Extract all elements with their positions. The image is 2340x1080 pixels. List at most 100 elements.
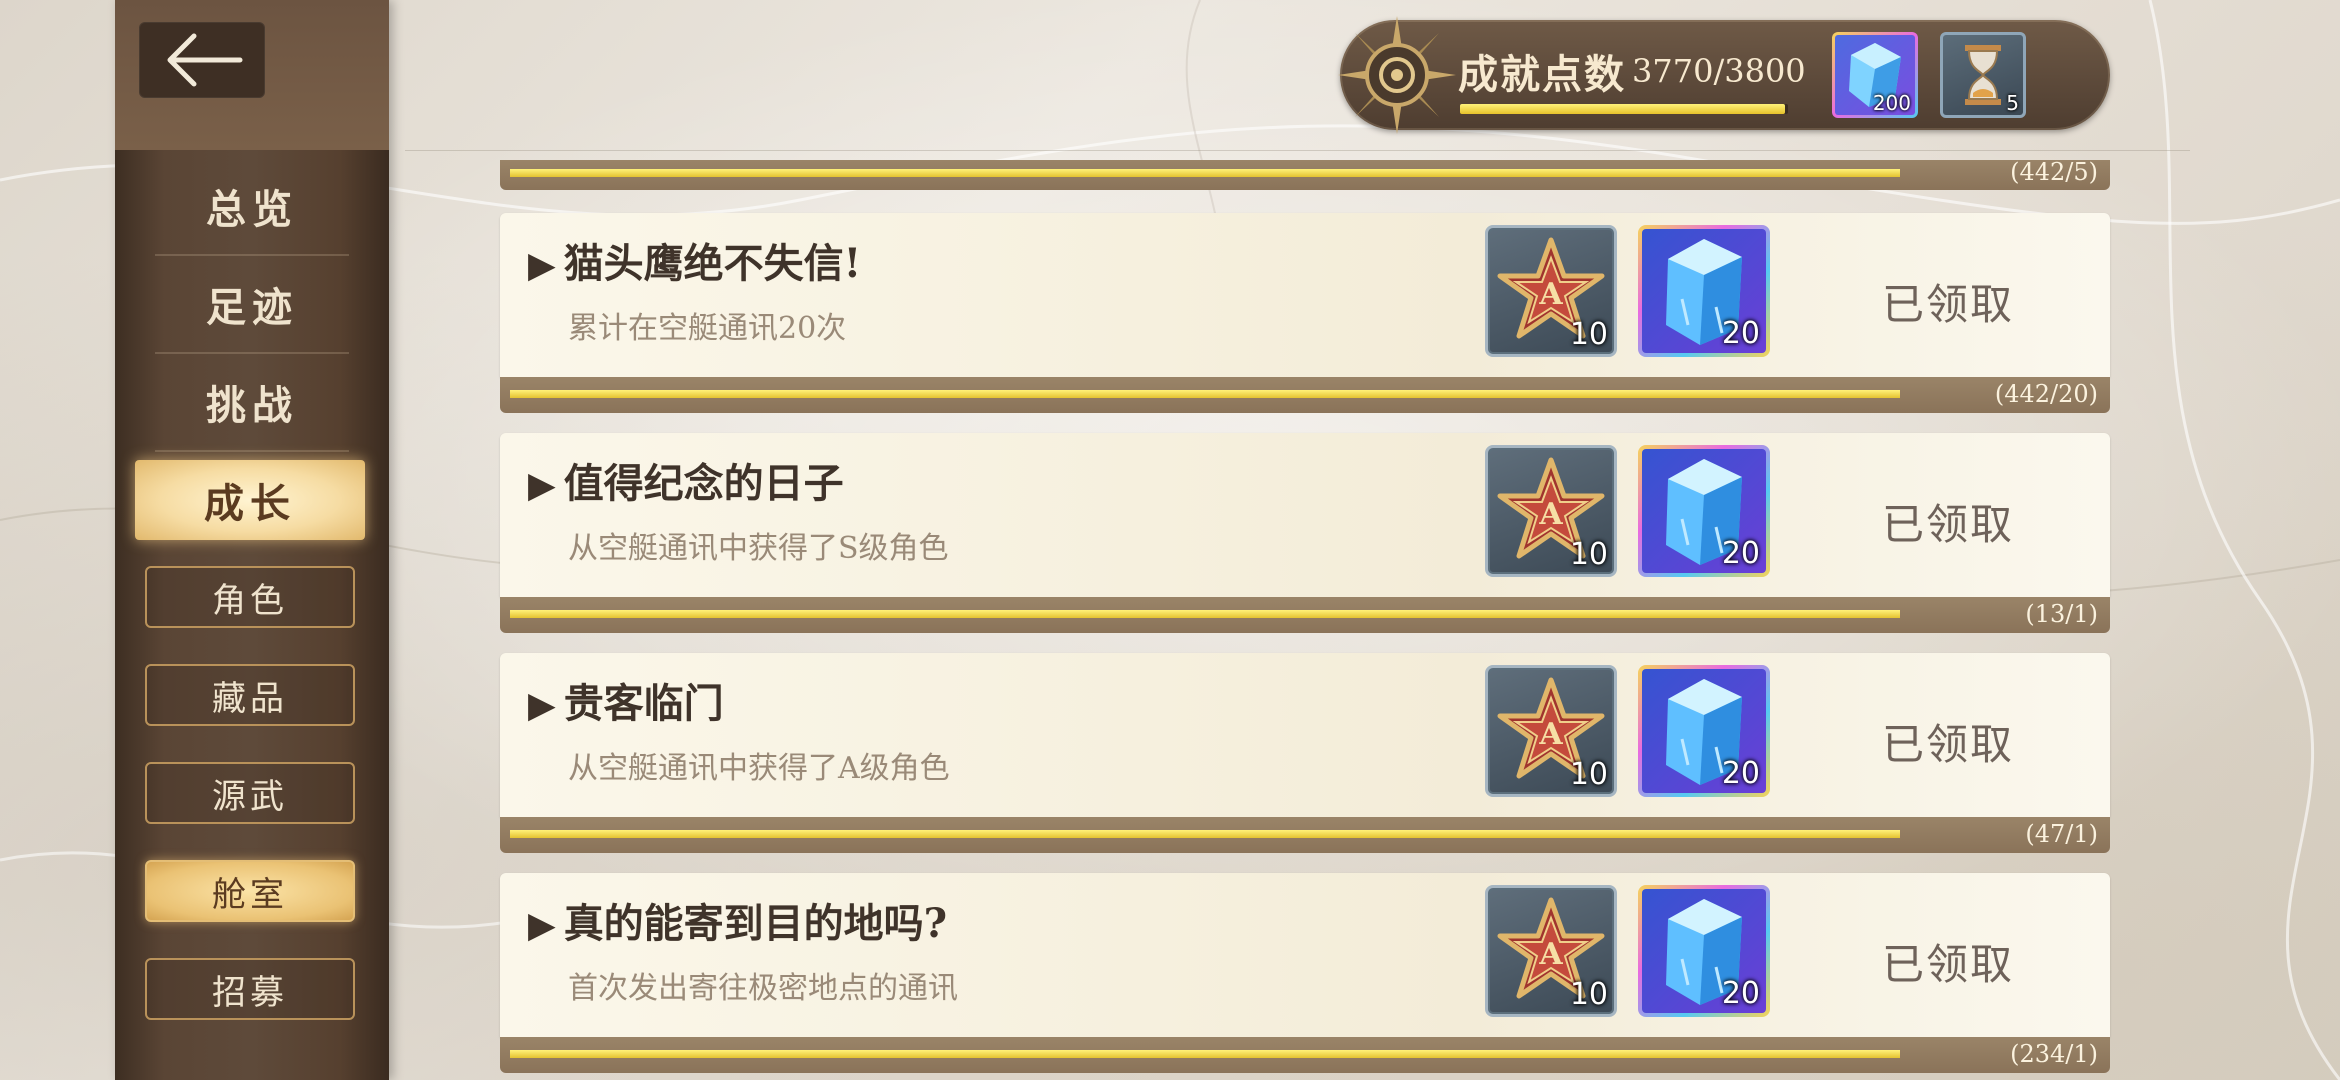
nav-footprints[interactable]: 足迹 — [155, 256, 349, 352]
svg-text:A: A — [1538, 277, 1563, 312]
back-arrow-icon — [167, 33, 243, 87]
progress-bar: (47/1) — [500, 817, 2110, 853]
reward-count: 20 — [1721, 536, 1760, 571]
progress-fill — [510, 390, 1900, 398]
reward-a-star[interactable]: A 10 — [1485, 665, 1617, 797]
achievement-title-text: 真的能寄到目的地吗? — [563, 900, 948, 947]
achievement-row: ▶ 值得纪念的日子 从空艇通讯中获得了S级角色 A 10 20 已领取 (13/… — [500, 433, 2110, 633]
subnav-weapon[interactable]: 源武 — [145, 762, 355, 824]
reward-a-star[interactable]: A 10 — [1485, 885, 1617, 1017]
reward-count: 10 — [1569, 317, 1608, 352]
sidebar-header — [115, 0, 389, 150]
progress-track — [510, 1050, 1900, 1058]
triangle-icon: ▶ — [528, 684, 556, 726]
achievement-title-text: 值得纪念的日子 — [563, 460, 844, 507]
svg-text:A: A — [1538, 497, 1563, 532]
hourglass-currency[interactable]: 5 — [1940, 32, 2026, 118]
svg-text:A: A — [1538, 717, 1563, 752]
subnav-label: 招募 — [212, 972, 288, 1013]
subnav-recruit[interactable]: 招募 — [145, 958, 355, 1020]
progress-bar: (13/1) — [500, 597, 2110, 633]
nav-challenge[interactable]: 挑战 — [155, 354, 349, 450]
back-button[interactable] — [139, 22, 265, 98]
progress-count: (234/1) — [2010, 1040, 2098, 1068]
achievement-row: ▶ 贵客临门 从空艇通讯中获得了A级角色 A 10 20 已领取 (47/1) — [500, 653, 2110, 853]
achievement-description: 从空艇通讯中获得了A级角色 — [568, 751, 950, 786]
reward-crystal[interactable]: 20 — [1638, 445, 1770, 577]
progress-bar: (442/20) — [500, 377, 2110, 413]
nav-label: 挑战 — [206, 382, 298, 429]
progress-fill — [510, 169, 1900, 177]
progress-track — [510, 610, 1900, 618]
sidebar: 总览 足迹 挑战 成长 角色 藏品 源武 舱室 招募 — [115, 0, 389, 1080]
nav-label: 成长 — [204, 480, 296, 527]
subnav-character[interactable]: 角色 — [145, 566, 355, 628]
subnav-label: 源武 — [212, 776, 288, 817]
reward-crystal[interactable]: 20 — [1638, 225, 1770, 357]
reward-count: 10 — [1569, 757, 1608, 792]
header-divider — [405, 150, 2190, 151]
claimed-status: 已领取 — [1882, 720, 2015, 769]
subnav-cabin[interactable]: 舱室 — [145, 860, 355, 922]
reward-count: 20 — [1721, 316, 1760, 351]
achievement-title: ▶ 真的能寄到目的地吗? — [528, 891, 947, 949]
triangle-icon: ▶ — [528, 904, 556, 946]
achievement-card: ▶ 猫头鹰绝不失信! 累计在空艇通讯20次 A 10 20 已领取 — [500, 213, 2110, 377]
progress-count: (442/20) — [1994, 380, 2098, 408]
achievement-card: ▶ 贵客临门 从空艇通讯中获得了A级角色 A 10 20 已领取 — [500, 653, 2110, 817]
achievement-row: ▶ 真的能寄到目的地吗? 首次发出寄往极密地点的通讯 A 10 20 已领取 (… — [500, 873, 2110, 1073]
subnav-label: 舱室 — [212, 874, 288, 915]
progress-track — [510, 830, 1900, 838]
reward-crystal[interactable]: 20 — [1638, 885, 1770, 1017]
reward-a-star[interactable]: A 10 — [1485, 445, 1617, 577]
achievement-points-bar: 成就点数 3770/3800 200 5 — [1338, 16, 2110, 134]
achievement-card: ▶ 真的能寄到目的地吗? 首次发出寄往极密地点的通讯 A 10 20 已领取 — [500, 873, 2110, 1037]
points-progress-bar — [1460, 104, 1788, 114]
reward-count: 10 — [1569, 977, 1608, 1012]
crystal-count: 200 — [1872, 91, 1911, 115]
reward-a-star[interactable]: A 10 — [1485, 225, 1617, 357]
nav-growth[interactable]: 成长 — [135, 460, 365, 540]
points-value: 3770/3800 — [1632, 52, 1806, 90]
reward-crystal[interactable]: 20 — [1638, 665, 1770, 797]
nav-divider — [155, 450, 349, 452]
achievement-title-text: 猫头鹰绝不失信! — [563, 240, 862, 287]
reward-count: 10 — [1569, 537, 1608, 572]
achievement-description: 累计在空艇通讯20次 — [568, 311, 847, 346]
nav-overview[interactable]: 总览 — [155, 158, 349, 254]
progress-track — [510, 390, 1900, 398]
progress-count: (13/1) — [2025, 600, 2098, 628]
achievement-row-partial: (442/5) — [500, 158, 2110, 190]
triangle-icon: ▶ — [528, 244, 556, 286]
svg-text:A: A — [1538, 937, 1563, 972]
claimed-status: 已领取 — [1882, 940, 2015, 989]
progress-fill — [510, 830, 1900, 838]
achievement-title: ▶ 贵客临门 — [528, 671, 724, 729]
achievement-description: 首次发出寄往极密地点的通讯 — [568, 971, 958, 1006]
points-label: 成就点数 — [1458, 51, 1626, 98]
achievement-title-text: 贵客临门 — [563, 680, 724, 727]
progress-fill — [510, 610, 1900, 618]
progress-bar: (234/1) — [500, 1037, 2110, 1073]
achievement-title: ▶ 值得纪念的日子 — [528, 451, 844, 509]
claimed-status: 已领取 — [1882, 280, 2015, 329]
achievement-card: ▶ 值得纪念的日子 从空艇通讯中获得了S级角色 A 10 20 已领取 — [500, 433, 2110, 597]
hourglass-count: 5 — [2006, 91, 2019, 115]
claimed-status: 已领取 — [1882, 500, 2015, 549]
reward-count: 20 — [1721, 976, 1760, 1011]
achievement-description: 从空艇通讯中获得了S级角色 — [568, 531, 949, 566]
progress-fill — [510, 1050, 1900, 1058]
achievement-row: ▶ 猫头鹰绝不失信! 累计在空艇通讯20次 A 10 20 已领取 (442/2… — [500, 213, 2110, 413]
points-progress-fill — [1460, 104, 1786, 114]
nav-label: 总览 — [206, 186, 298, 233]
subnav-collection[interactable]: 藏品 — [145, 664, 355, 726]
progress-track — [510, 169, 1900, 177]
crystal-currency[interactable]: 200 — [1832, 32, 1918, 118]
triangle-icon: ▶ — [528, 464, 556, 506]
subnav-label: 角色 — [212, 580, 288, 621]
achievement-title: ▶ 猫头鹰绝不失信! — [528, 231, 861, 289]
progress-count: (47/1) — [2025, 820, 2098, 848]
nav-label: 足迹 — [206, 284, 298, 331]
compass-icon — [1338, 16, 1456, 134]
reward-count: 20 — [1721, 756, 1760, 791]
